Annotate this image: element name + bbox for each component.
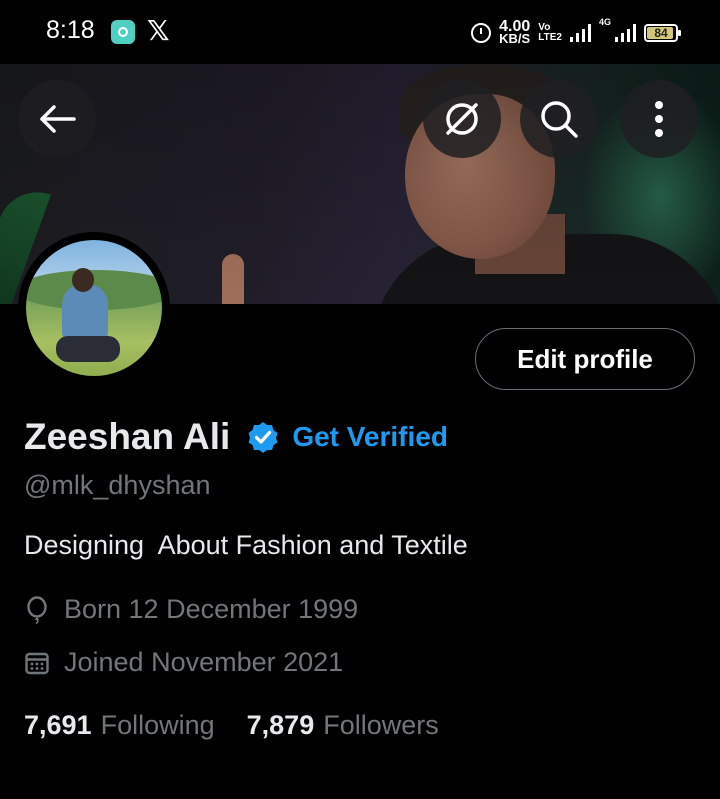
avatar-image bbox=[26, 240, 162, 376]
network-speed: 4.00 KB/S bbox=[499, 19, 531, 46]
search-icon bbox=[541, 101, 578, 138]
display-name: Zeeshan Ali bbox=[24, 416, 231, 457]
profile-name-row: Zeeshan Ali Get Verified bbox=[24, 410, 448, 464]
signal-bars-icon bbox=[569, 24, 591, 42]
battery-level: 84 bbox=[654, 26, 668, 40]
status-bar: 8:18 𝕏 4.00 KB/S Vo LTE2 4G 84 bbox=[0, 0, 720, 64]
follow-stats: 7,691 Following 7,879 Followers bbox=[24, 710, 439, 741]
following-label: Following bbox=[100, 710, 215, 740]
profile-bio: Designing About Fashion and Textile bbox=[24, 530, 468, 560]
more-vertical-icon bbox=[655, 101, 663, 137]
avatar[interactable] bbox=[18, 232, 170, 384]
followers-link[interactable]: 7,879 Followers bbox=[247, 710, 439, 741]
edit-profile-button[interactable]: Edit profile bbox=[475, 328, 695, 390]
joined-row: Joined November 2021 bbox=[24, 647, 343, 678]
verified-badge-icon[interactable] bbox=[246, 420, 280, 454]
calendar-icon bbox=[25, 652, 49, 674]
back-button[interactable] bbox=[18, 80, 96, 158]
alarm-icon bbox=[471, 23, 492, 43]
x-app-icon: 𝕏 bbox=[147, 15, 170, 46]
balloon-icon bbox=[27, 595, 47, 624]
followers-label: Followers bbox=[323, 710, 439, 740]
app-notification-icon bbox=[111, 20, 135, 44]
get-verified-link[interactable]: Get Verified bbox=[292, 421, 448, 453]
network-type-label: 4G bbox=[598, 17, 611, 27]
network-speed-unit: KB/S bbox=[499, 31, 531, 46]
following-link[interactable]: 7,691 Following bbox=[24, 710, 215, 741]
volte-indicator: Vo LTE2 bbox=[538, 22, 562, 43]
birthdate-row: Born 12 December 1999 bbox=[24, 594, 358, 625]
birthdate-text: Born 12 December 1999 bbox=[64, 594, 359, 624]
profile-handle: @mlk_dhyshan bbox=[24, 470, 211, 500]
following-count: 7,691 bbox=[24, 710, 92, 740]
battery-icon: 84 bbox=[644, 24, 681, 42]
status-indicators: 4.00 KB/S Vo LTE2 4G 84 bbox=[471, 17, 681, 48]
status-time: 8:18 bbox=[46, 16, 95, 44]
grok-button[interactable] bbox=[423, 80, 501, 158]
followers-count: 7,879 bbox=[246, 710, 315, 740]
signal-bars-icon-2 bbox=[615, 24, 636, 42]
grok-icon bbox=[446, 103, 478, 135]
arrow-left-icon bbox=[40, 105, 76, 133]
more-options-button[interactable] bbox=[620, 80, 698, 158]
search-button[interactable] bbox=[520, 80, 598, 158]
joined-date-text: Joined November 2021 bbox=[64, 647, 344, 677]
